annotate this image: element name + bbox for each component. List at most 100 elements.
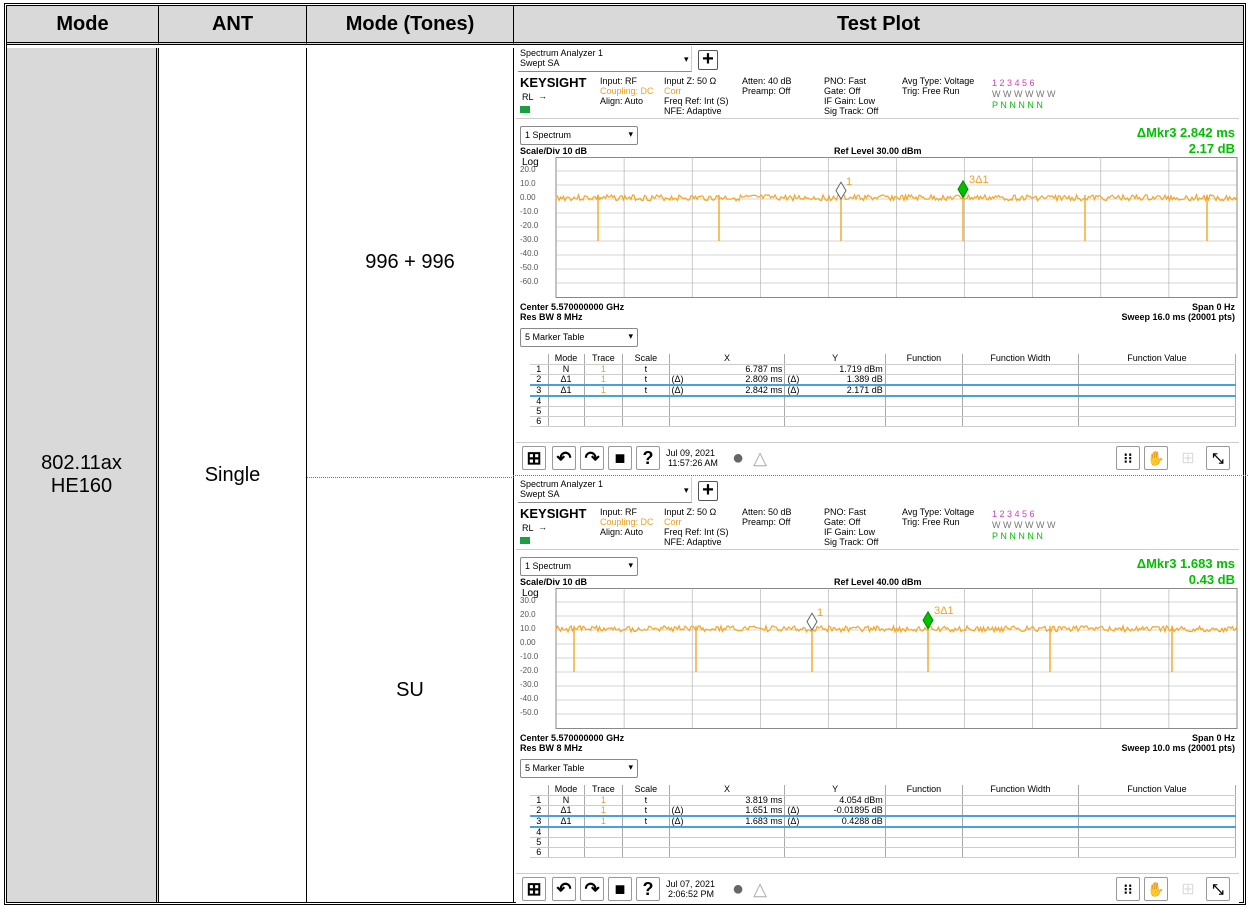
marker-col-header: Trace — [584, 785, 624, 796]
marker-row[interactable]: 1 N 1 t 6.787 ms 1.719 dBm — [530, 363, 1237, 375]
marker-row[interactable]: 1 N 1 t 3.819 ms 4.054 dBm — [530, 795, 1237, 806]
marker-scale — [622, 826, 670, 838]
avg-type: Avg Type: Voltage — [902, 76, 975, 86]
analyzer-mode: Swept SA — [520, 489, 560, 499]
marker-row[interactable]: 3 Δ1 1 t (Δ) 1.683 ms (Δ) 0.4288 dB — [530, 814, 1237, 828]
fullscreen-icon[interactable]: ⤡ — [1206, 877, 1230, 901]
marker-row[interactable]: 3 Δ1 1 t (Δ) 2.842 ms (Δ) 2.171 dB — [530, 383, 1237, 397]
marker-row[interactable]: 5 — [530, 406, 1237, 417]
marker-icon[interactable]: ⁝⁝ — [1116, 877, 1140, 901]
rl-label: RL — [522, 92, 534, 102]
header-test-plot: Test Plot — [514, 6, 1243, 45]
help-icon[interactable]: ? — [636, 446, 660, 470]
view-selector[interactable]: 1 Spectrum — [520, 557, 638, 576]
y-tick-label: -10.0 — [520, 207, 539, 216]
grid-icon[interactable]: ⊞ — [1176, 877, 1200, 901]
y-tick-label: -20.0 — [520, 666, 539, 675]
touch-icon[interactable]: ✋ — [1144, 877, 1168, 901]
marker-1-label: 1 — [817, 606, 824, 619]
trace-graph[interactable] — [516, 588, 1239, 730]
y-tick-label: -50.0 — [520, 263, 539, 272]
trace-numbers: 1 2 3 4 5 6 — [992, 509, 1035, 519]
undo-icon[interactable]: ↶ — [552, 877, 576, 901]
pno: PNO: Fast — [824, 76, 867, 86]
marker-row[interactable]: 2 Δ1 1 t (Δ) 1.651 ms (Δ) -0.01895 dB — [530, 805, 1237, 816]
marker-scale: t — [622, 383, 670, 397]
marker-scale: t — [622, 795, 670, 806]
nfe: NFE: Adaptive — [664, 106, 722, 116]
chevron-down-icon: ▾ — [684, 485, 689, 495]
marker-row[interactable]: 6 — [530, 847, 1237, 858]
undo-icon[interactable]: ↶ — [552, 446, 576, 470]
marker-x-delta: (Δ) — [671, 384, 684, 395]
marker-scale — [622, 395, 670, 407]
marker-scale: t — [622, 805, 670, 816]
marker-x: 6.787 ms — [745, 363, 783, 374]
corr: Corr — [664, 517, 682, 527]
marker-trace: 1 — [584, 383, 624, 397]
y-tick-label: 20.0 — [520, 165, 536, 174]
input-z: Input Z: 50 Ω — [664, 76, 717, 86]
atten: Atten: 50 dB — [742, 507, 792, 517]
add-screen-button[interactable]: + — [698, 480, 718, 501]
marker-num: 2 — [530, 374, 549, 385]
marker-1-label: 1 — [846, 175, 853, 188]
gate: Gate: Off — [824, 517, 861, 527]
tones-cell-1: 996 + 996 — [307, 48, 514, 478]
preamp: Preamp: Off — [742, 86, 791, 96]
view-selector[interactable]: 1 Spectrum — [520, 126, 638, 145]
chevron-down-icon: ▾ — [684, 54, 689, 64]
trace-w: W W W W W W — [992, 89, 1056, 99]
y-tick-label: -30.0 — [520, 680, 539, 689]
marker-mode: Δ1 — [548, 374, 585, 385]
spectrum-analyzer-screen-1: Spectrum Analyzer 1 Swept SA ▾ + KEYSIGHT RL →… — [516, 46, 1239, 472]
folder-icon[interactable]: ■ — [608, 877, 632, 901]
add-screen-button[interactable]: + — [698, 49, 718, 70]
trig: Trig: Free Run — [902, 517, 960, 527]
warning-icon[interactable]: △ — [748, 877, 772, 901]
help-icon[interactable]: ? — [636, 877, 660, 901]
touch-icon[interactable]: ✋ — [1144, 446, 1168, 470]
redo-icon[interactable]: ↷ — [580, 446, 604, 470]
marker-num: 4 — [530, 395, 549, 407]
marker-trace: 1 — [584, 805, 624, 816]
lxi-icon — [520, 106, 530, 113]
marker-row[interactable]: 5 — [530, 837, 1237, 848]
date-label: Jul 07, 2021 — [666, 879, 716, 889]
windows-icon[interactable]: ⊞ — [522, 877, 546, 901]
windows-icon[interactable]: ⊞ — [522, 446, 546, 470]
rl-label: RL — [522, 523, 534, 533]
marker-col-header — [530, 785, 549, 796]
marker-trace: 1 — [584, 374, 624, 385]
marker-row[interactable]: 4 — [530, 826, 1237, 838]
marker-scale — [622, 406, 670, 417]
marker-icon[interactable]: ⁝⁝ — [1116, 446, 1140, 470]
fullscreen-icon[interactable]: ⤡ — [1206, 446, 1230, 470]
marker-mode — [548, 837, 585, 848]
if-gain: IF Gain: Low — [824, 527, 876, 537]
marker-col-header: Function Value — [1078, 785, 1237, 796]
redo-icon[interactable]: ↷ — [580, 877, 604, 901]
analyzer-mode: Swept SA — [520, 58, 560, 68]
marker-col-header: Trace — [584, 354, 624, 365]
chat-icon[interactable]: ● — [726, 877, 750, 901]
marker-row[interactable]: 4 — [530, 395, 1237, 407]
span: Span 0 Hz — [1191, 302, 1235, 312]
grid-icon[interactable]: ⊞ — [1176, 446, 1200, 470]
marker-row[interactable]: 2 Δ1 1 t (Δ) 2.809 ms (Δ) 1.389 dB — [530, 374, 1237, 385]
trace-graph[interactable] — [516, 157, 1239, 299]
chat-icon[interactable]: ● — [726, 446, 750, 470]
ref-level: Ref Level 30.00 dBm — [834, 146, 922, 156]
marker-row[interactable]: 6 — [530, 416, 1237, 427]
folder-icon[interactable]: ■ — [608, 446, 632, 470]
warning-icon[interactable]: △ — [748, 446, 772, 470]
y-tick-label: -20.0 — [520, 221, 539, 230]
marker-col-header: Function Width — [962, 354, 1079, 365]
marker-table-selector[interactable]: 5 Marker Table — [520, 328, 638, 347]
marker-trace: 1 — [584, 795, 624, 806]
marker-table-selector[interactable]: 5 Marker Table — [520, 759, 638, 778]
marker-y: 2.171 dB — [846, 384, 883, 395]
marker-col-header: Scale — [622, 354, 670, 365]
marker-trace: 1 — [584, 364, 624, 375]
marker-table: Mode Trace Scale X Y Function Function Width Fu… — [530, 354, 1237, 427]
